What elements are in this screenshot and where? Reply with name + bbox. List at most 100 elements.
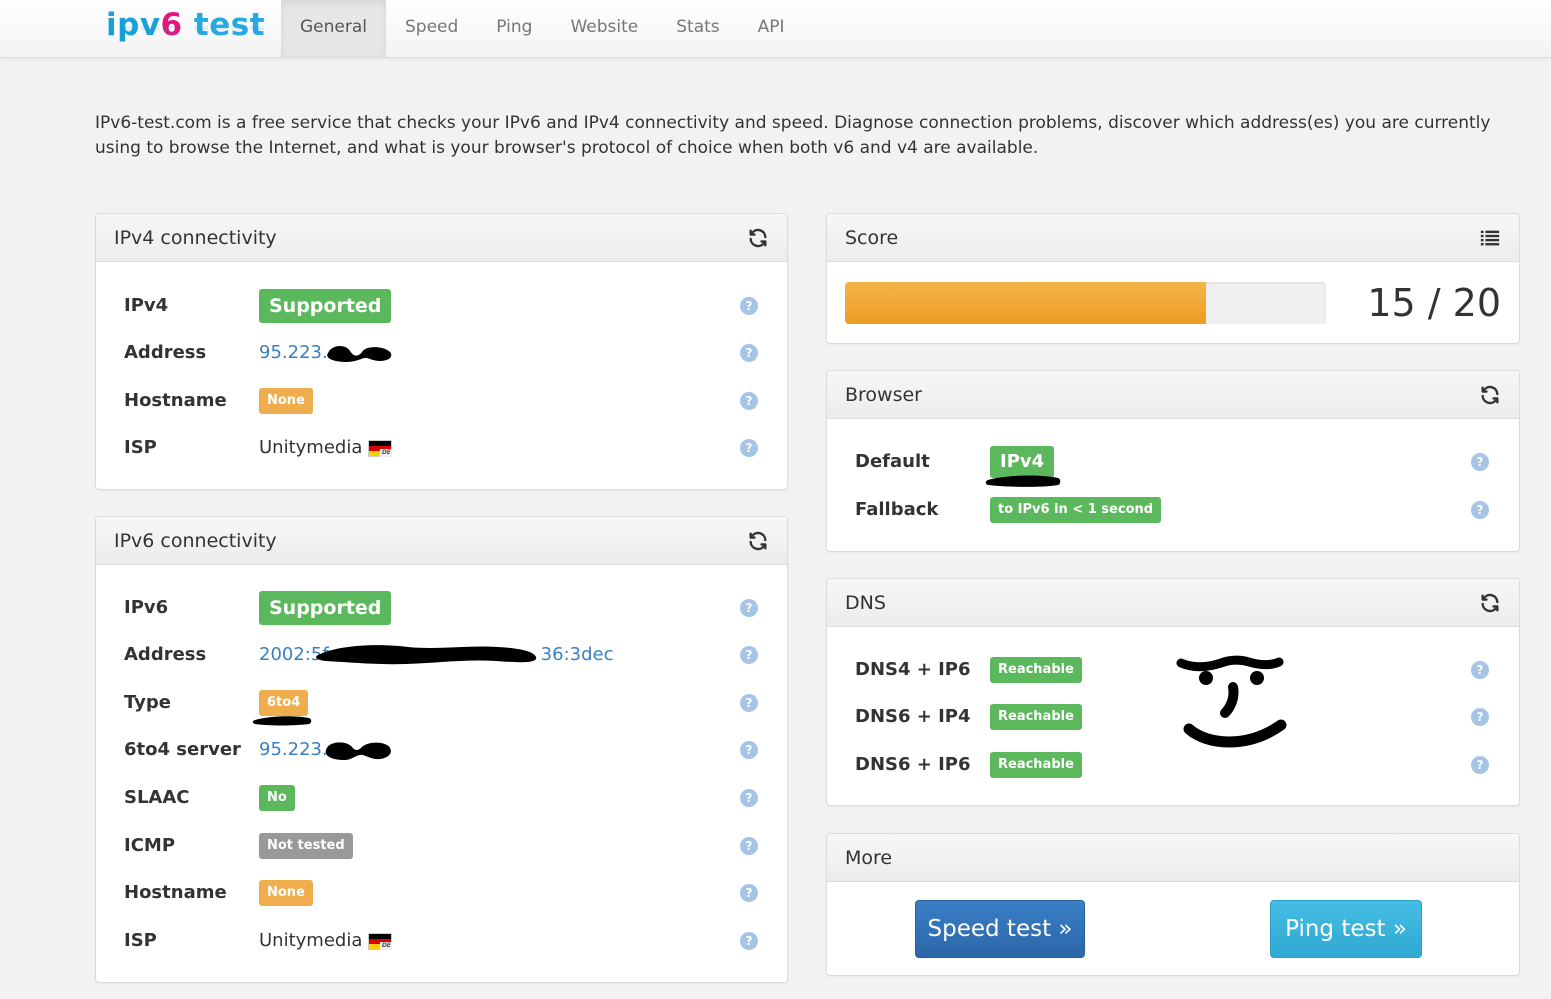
ipv4-row-status: IPv4 Supported ? <box>96 286 787 326</box>
help-icon[interactable]: ? <box>740 599 758 617</box>
dns-row: DNS4 + IP6 Reachable ? <box>827 650 1519 690</box>
dns-row-label: DNS4 + IP6 <box>855 659 971 680</box>
help-icon[interactable]: ? <box>740 741 758 759</box>
nav-website[interactable]: Website <box>551 0 657 57</box>
ping-test-button[interactable]: Ping test » <box>1270 900 1422 958</box>
ipv6-row-hostname: Hostname None ? <box>96 873 787 913</box>
nav-speed[interactable]: Speed <box>386 0 477 57</box>
ipv6-type-badge: 6to4 <box>259 690 309 716</box>
dns-row-label: DNS6 + IP4 <box>855 706 971 727</box>
ipv4-hostname-label: Hostname <box>124 390 227 411</box>
help-icon[interactable]: ? <box>740 837 758 855</box>
ipv4-panel-title: IPv4 connectivity <box>114 227 277 249</box>
navbar: ipv6 test ipv6 test General Speed Ping W… <box>0 0 1551 58</box>
refresh-icon[interactable] <box>1479 592 1501 614</box>
help-icon[interactable]: ? <box>740 344 758 362</box>
ipv6-panel: IPv6 connectivity IPv6 Supported ? Addre… <box>95 516 788 983</box>
redaction-scribble <box>325 742 391 760</box>
browser-row-default: Default IPv4 ? <box>827 442 1519 487</box>
list-icon[interactable] <box>1479 227 1501 249</box>
brand-part-6: 6 <box>160 7 183 43</box>
browser-panel: Browser Default IPv4 ? Fallback to IPv6 … <box>826 370 1520 552</box>
help-icon[interactable]: ? <box>1471 661 1489 679</box>
ipv4-status-label: IPv4 <box>124 295 169 316</box>
dns-reachable-badge: Reachable <box>990 752 1082 778</box>
ipv6-slaac-badge: No <box>259 785 295 811</box>
nav-ping[interactable]: Ping <box>477 0 551 57</box>
help-icon[interactable]: ? <box>740 439 758 457</box>
dns-row: DNS6 + IP6 Reachable ? <box>827 745 1519 785</box>
help-icon[interactable]: ? <box>740 392 758 410</box>
help-icon[interactable]: ? <box>740 932 758 950</box>
ipv6-panel-title: IPv6 connectivity <box>114 530 277 552</box>
ipv6-slaac-label: SLAAC <box>124 787 190 808</box>
help-icon[interactable]: ? <box>740 694 758 712</box>
dns-row-label: DNS6 + IP6 <box>855 754 971 775</box>
main-nav: General Speed Ping Website Stats API <box>281 0 804 57</box>
ipv6-row-6to4-server: 6to4 server 95.223. ? <box>96 730 787 770</box>
ipv6-address-end[interactable]: 36:3dec <box>541 635 614 675</box>
ipv6-row-isp: ISP Unitymedia DE ? <box>96 921 787 961</box>
ipv6-type-label: Type <box>124 692 171 713</box>
help-icon[interactable]: ? <box>1471 453 1489 471</box>
ipv4-status-badge: Supported <box>259 289 392 323</box>
ipv6-row-slaac: SLAAC No ? <box>96 778 787 818</box>
redaction-scribble <box>327 345 392 362</box>
ipv6-row-address: Address 2002:5f 36:3dec ? <box>96 635 787 675</box>
ipv6-icmp-badge: Not tested <box>259 833 353 859</box>
ipv4-row-address: Address 95.223. ? <box>96 333 787 373</box>
ipv6-status-badge: Supported <box>259 591 392 625</box>
help-icon[interactable]: ? <box>740 884 758 902</box>
more-panel: More Speed test » Ping test » <box>826 833 1520 976</box>
flag-country-code: DE <box>380 448 393 457</box>
score-panel-heading: Score <box>827 214 1519 262</box>
score-panel-title: Score <box>845 227 899 249</box>
ipv4-isp-value: Unitymedia <box>259 437 363 458</box>
ipv6-address-label: Address <box>124 644 207 665</box>
intro-text: IPv6-test.com is a free service that che… <box>95 113 1491 158</box>
help-icon[interactable]: ? <box>1471 756 1489 774</box>
browser-row-fallback: Fallback to IPv6 in < 1 second ? <box>827 490 1519 530</box>
refresh-icon[interactable] <box>747 530 769 552</box>
browser-panel-title: Browser <box>845 384 922 406</box>
dns-reachable-badge: Reachable <box>990 657 1082 683</box>
ipv6-6to4-server-label: 6to4 server <box>124 739 241 760</box>
nav-general[interactable]: General <box>281 0 386 57</box>
ipv4-address-label: Address <box>124 342 207 363</box>
browser-default-label: Default <box>855 451 930 472</box>
ipv4-panel-heading: IPv4 connectivity <box>96 214 787 262</box>
dns-row: DNS6 + IP4 Reachable ? <box>827 697 1519 737</box>
dns-reachable-badge: Reachable <box>990 704 1082 730</box>
more-panel-title: More <box>845 847 893 869</box>
score-value: 15 / 20 <box>1367 281 1501 325</box>
brand-part-test: test <box>182 7 266 43</box>
germany-flag-icon: DE <box>368 439 393 457</box>
browser-fallback-label: Fallback <box>855 499 939 520</box>
browser-fallback-badge: to IPv6 in < 1 second <box>990 497 1162 523</box>
help-icon[interactable]: ? <box>1471 501 1489 519</box>
ipv6-isp-label: ISP <box>124 930 157 951</box>
refresh-icon[interactable] <box>1479 384 1501 406</box>
flag-country-code: DE <box>380 941 393 950</box>
ipv6-row-status: IPv6 Supported ? <box>96 588 787 628</box>
ipv6-hostname-badge: None <box>259 880 313 906</box>
speed-test-button[interactable]: Speed test » <box>915 900 1085 958</box>
nav-api[interactable]: API <box>739 0 804 57</box>
germany-flag-icon: DE <box>368 932 393 950</box>
help-icon[interactable]: ? <box>740 297 758 315</box>
ipv6-6to4-server-link[interactable]: 95.223. <box>259 730 328 770</box>
ipv4-isp-label: ISP <box>124 437 157 458</box>
ipv4-address-link[interactable]: 95.223. <box>259 333 328 373</box>
help-icon[interactable]: ? <box>740 789 758 807</box>
dns-panel: DNS DNS4 + IP6 Reachable ? DNS6 + IP4 Re… <box>826 578 1520 806</box>
ipv6-hostname-label: Hostname <box>124 882 227 903</box>
refresh-icon[interactable] <box>747 227 769 249</box>
ipv6-address-start[interactable]: 2002:5f <box>259 635 329 675</box>
browser-default-badge: IPv4 <box>990 446 1055 478</box>
nav-stats[interactable]: Stats <box>657 0 738 57</box>
brand-logo[interactable]: ipv6 test <box>106 6 265 52</box>
ipv6-status-label: IPv6 <box>124 597 169 618</box>
help-icon[interactable]: ? <box>1471 708 1489 726</box>
more-panel-heading: More <box>827 834 1519 882</box>
help-icon[interactable]: ? <box>740 646 758 664</box>
